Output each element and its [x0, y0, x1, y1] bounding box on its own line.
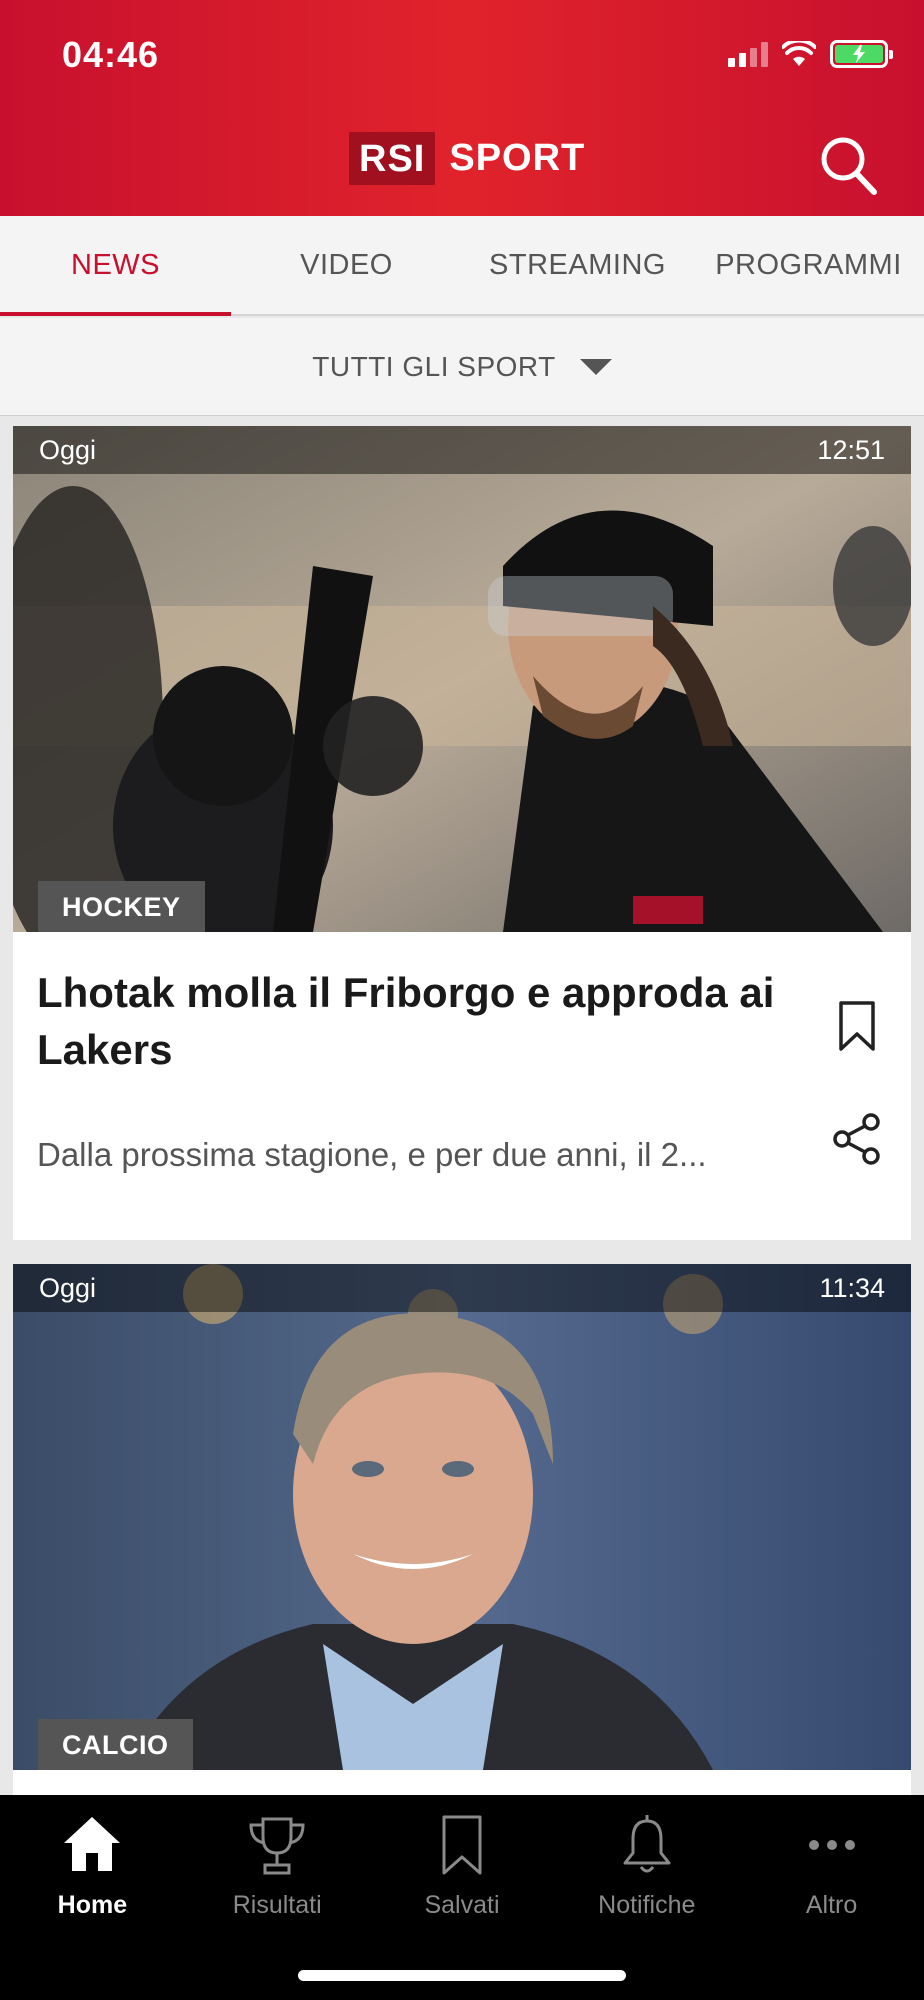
home-indicator: [298, 1970, 626, 1981]
signal-icon: [728, 41, 768, 67]
nav-home[interactable]: Home: [0, 1795, 185, 1945]
nav-altro-label: Altro: [805, 1891, 858, 1919]
category-tag[interactable]: HOCKEY: [38, 881, 205, 932]
trophy-icon: [249, 1817, 305, 1875]
bottom-navigation: Home Risultati Salvati Notifiche Altro: [0, 1795, 924, 2000]
category-tag[interactable]: CALCIO: [38, 1719, 193, 1770]
nav-risultati[interactable]: Risultati: [185, 1795, 370, 1945]
tab-news[interactable]: NEWS: [0, 216, 231, 316]
more-icon: [808, 1840, 855, 1850]
article-card[interactable]: Oggi 11:34 CALCIO: [13, 1264, 911, 1795]
nav-home-label: Home: [57, 1891, 128, 1919]
tab-programmi[interactable]: PROGRAMMI: [693, 216, 924, 314]
status-icons: [728, 40, 893, 68]
bell-icon: [623, 1815, 671, 1873]
logo-box: RSI: [349, 132, 436, 185]
article-title[interactable]: Lhotak molla il Friborgo e approda ai La…: [37, 964, 827, 1078]
sport-filter-dropdown[interactable]: TUTTI GLI SPORT: [0, 318, 924, 416]
section-tabs: NEWS VIDEO STREAMING PROGRAMMI: [0, 216, 924, 316]
status-time: 04:46: [62, 34, 160, 75]
article-time: 11:34: [819, 1272, 885, 1303]
article-meta: Oggi 12:51: [13, 426, 911, 474]
sport-filter-label: TUTTI GLI SPORT: [312, 350, 556, 382]
nav-altro[interactable]: Altro: [739, 1795, 924, 1945]
home-icon: [64, 1817, 121, 1871]
nav-risultati-label: Risultati: [232, 1891, 322, 1919]
article-image: Oggi 12:51 HOCKEY: [13, 426, 911, 932]
article-day: Oggi: [39, 1272, 97, 1303]
share-icon[interactable]: [831, 1112, 883, 1166]
nav-notifiche-label: Notifiche: [598, 1891, 696, 1919]
battery-icon: [830, 40, 893, 68]
tab-streaming[interactable]: STREAMING: [462, 216, 693, 314]
logo-text: SPORT: [449, 137, 586, 179]
app-header: 04:46 RSI SPORT: [0, 0, 924, 216]
article-card[interactable]: Oggi 12:51 HOCKEY Lhotak molla il Fribor…: [13, 426, 911, 1240]
article-image: Oggi 11:34 CALCIO: [13, 1264, 911, 1770]
caret-down-icon: [579, 358, 612, 375]
article-description: Dalla prossima stagione, e per due anni,…: [37, 1136, 707, 1173]
nav-salvati[interactable]: Salvati: [370, 1795, 555, 1945]
wifi-icon: [782, 41, 816, 66]
article-meta: Oggi 11:34: [13, 1264, 911, 1312]
rsi-sport-logo: RSI SPORT: [349, 132, 585, 185]
bookmark-icon: [442, 1815, 482, 1875]
bookmark-icon[interactable]: [837, 1000, 877, 1052]
nav-salvati-label: Salvati: [424, 1891, 500, 1919]
article-day: Oggi: [39, 434, 97, 465]
nav-notifiche[interactable]: Notifiche: [554, 1795, 739, 1945]
search-icon[interactable]: [818, 134, 878, 196]
article-time: 12:51: [817, 434, 885, 465]
tab-video[interactable]: VIDEO: [231, 216, 462, 314]
